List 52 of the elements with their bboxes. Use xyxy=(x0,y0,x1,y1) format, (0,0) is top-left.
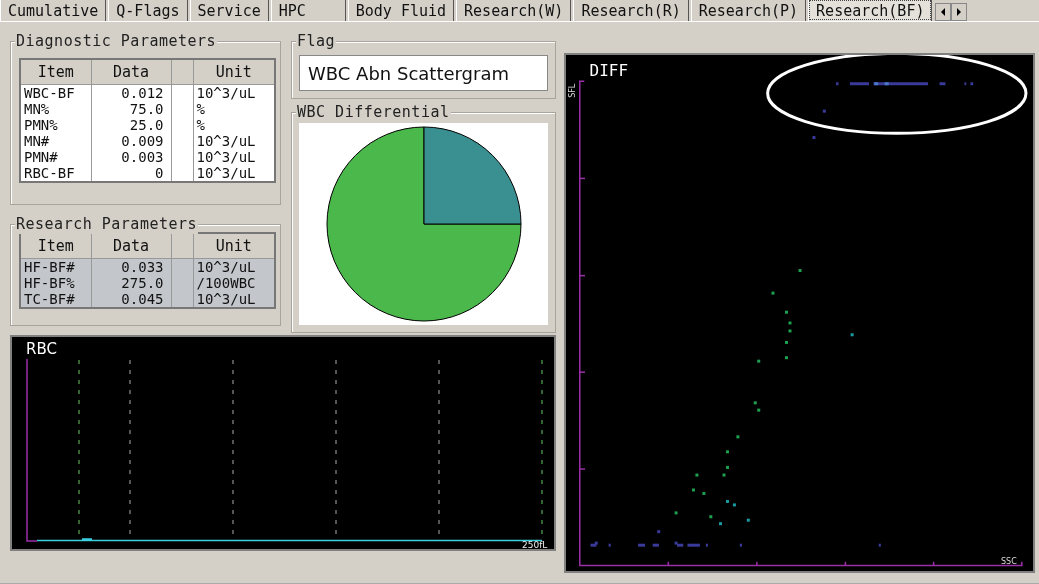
table-cell: % xyxy=(193,117,275,133)
table-cell: HF-BF# xyxy=(20,258,91,275)
right-arrow-icon xyxy=(957,8,962,16)
column-header: Item xyxy=(20,232,91,259)
table-cell: RBC-BF xyxy=(20,165,91,182)
tab[interactable]: HPC xyxy=(270,0,346,21)
tab[interactable]: Q-Flags xyxy=(108,0,188,21)
table-cell: PMN% xyxy=(20,117,91,133)
table-cell: 275.0 xyxy=(91,274,171,291)
group-title: Flag xyxy=(296,31,337,51)
table-cell: 10^3/uL xyxy=(193,290,275,308)
scroll-left-button[interactable] xyxy=(935,3,952,21)
tab[interactable]: Research(BF) xyxy=(808,0,933,21)
column-header: Data xyxy=(91,59,171,85)
table-cell: /100WBC xyxy=(193,274,275,291)
table-cell: WBC-BF xyxy=(20,84,91,101)
flag-field: WBC Abn Scattergram xyxy=(299,55,548,91)
column-header: Item xyxy=(20,59,91,85)
table-cell: 10^3/uL xyxy=(193,133,275,149)
tab[interactable]: Cumulative xyxy=(0,0,107,21)
table-cell: 10^3/uL xyxy=(193,258,275,275)
table-cell: TC-BF# xyxy=(20,290,91,308)
table-cell: 0.033 xyxy=(91,258,171,275)
left-arrow-icon xyxy=(941,8,946,16)
table-cell: MN# xyxy=(20,133,91,149)
table-cell: HF-BF% xyxy=(20,274,91,291)
column-header: Data xyxy=(91,232,171,259)
table-cell: 10^3/uL xyxy=(193,84,275,101)
table-cell: 25.0 xyxy=(91,117,171,133)
chart-title: DIFF xyxy=(589,61,629,80)
table-cell: % xyxy=(193,101,275,117)
table-cell: 75.0 xyxy=(91,101,171,117)
group-title: Diagnostic Parameters xyxy=(15,31,218,51)
table-cell: 10^3/uL xyxy=(193,149,275,165)
tab[interactable]: Research(P) xyxy=(690,0,807,21)
tab[interactable]: Research(W) xyxy=(456,0,572,21)
axis-label: SSC xyxy=(1000,556,1017,566)
chart-title: RBC xyxy=(26,340,57,358)
table-cell: 0.012 xyxy=(91,84,171,101)
axis-label: 250fL xyxy=(522,540,548,549)
tab[interactable]: Research(R) xyxy=(573,0,689,21)
axis-label: SFL xyxy=(568,83,578,98)
table-cell: 10^3/uL xyxy=(193,165,275,182)
table-cell: MN% xyxy=(20,101,91,117)
table-cell: 0.009 xyxy=(91,133,171,149)
scroll-right-button[interactable] xyxy=(951,3,968,21)
table-cell: PMN# xyxy=(20,149,91,165)
table-cell: 0.003 xyxy=(91,149,171,165)
table-cell: 0 xyxy=(91,165,171,182)
tab[interactable]: Service xyxy=(189,0,269,21)
table-cell: 0.045 xyxy=(91,290,171,308)
tab[interactable]: Body Fluid xyxy=(347,0,455,21)
